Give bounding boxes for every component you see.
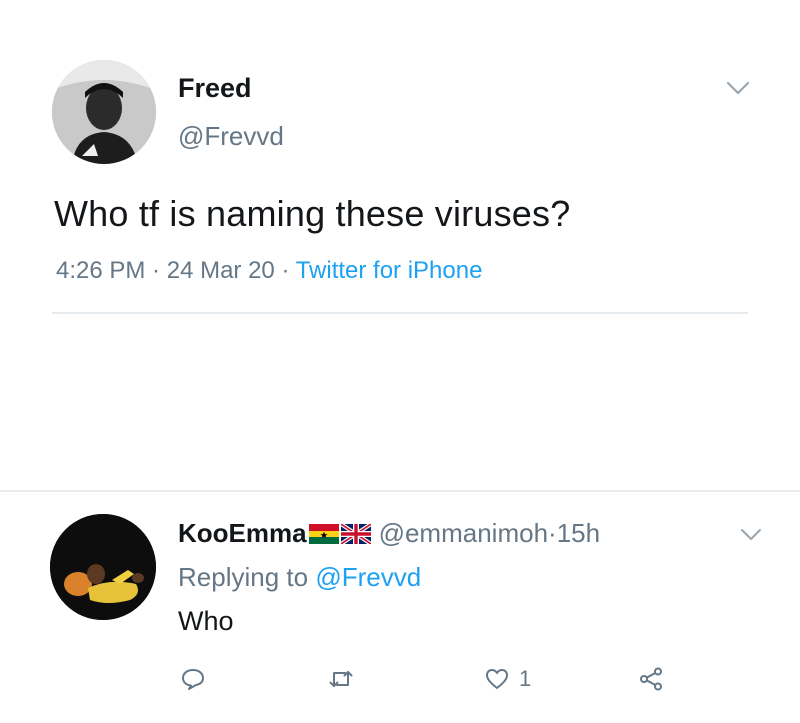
- action-bar: 1: [178, 662, 698, 698]
- replying-prefix: Replying to: [178, 562, 316, 592]
- retweet-button[interactable]: [328, 662, 354, 696]
- retweet-icon: [329, 671, 353, 687]
- author-name[interactable]: Freed: [178, 73, 252, 104]
- tweet-time[interactable]: 4:26 PM: [56, 257, 145, 284]
- uk-flag-icon: [340, 523, 371, 544]
- avatar-image: [52, 60, 156, 164]
- tweet-date[interactable]: 24 Mar 20: [167, 257, 275, 284]
- tweet-meta: 4:26 PM · 24 Mar 20 · Twitter for iPhone: [56, 257, 482, 285]
- reply-button[interactable]: [180, 662, 206, 696]
- avatar[interactable]: [50, 514, 156, 620]
- reply-time[interactable]: 15h: [557, 518, 600, 549]
- spacer: [0, 330, 800, 490]
- like-button[interactable]: 1: [484, 662, 531, 696]
- author-handle[interactable]: @emmanimoh: [379, 518, 548, 549]
- replying-to: Replying to @Frevvd: [178, 562, 421, 593]
- heart-icon: [486, 669, 508, 689]
- reply-header: KooEmma @emmanimoh · 15h: [178, 518, 600, 549]
- reply-tweet[interactable]: KooEmma @emmanimoh · 15h Replying to @Fr…: [0, 490, 800, 723]
- avatar-image: [50, 514, 156, 620]
- avatar[interactable]: [52, 60, 156, 164]
- share-button[interactable]: [638, 662, 664, 696]
- like-count: 1: [519, 666, 532, 691]
- tweet-text: Who tf is naming these viruses?: [54, 193, 571, 234]
- replying-mention[interactable]: @Frevvd: [315, 562, 421, 592]
- tweet-source[interactable]: Twitter for iPhone: [296, 257, 483, 284]
- meta-separator: ·: [145, 257, 167, 284]
- divider: [52, 312, 748, 314]
- share-icon: [640, 667, 662, 691]
- reply-text: Who: [178, 606, 234, 636]
- chevron-down-icon[interactable]: [724, 78, 752, 98]
- meta-separator: ·: [548, 518, 557, 548]
- reply-icon: [182, 669, 204, 690]
- chevron-down-icon[interactable]: [738, 526, 764, 544]
- author-name[interactable]: KooEmma: [178, 518, 307, 549]
- meta-separator: ·: [274, 257, 296, 284]
- divider: [0, 490, 800, 492]
- ghana-flag-icon: [308, 523, 339, 544]
- main-tweet: Freed @Frevvd Who tf is naming these vir…: [0, 0, 800, 330]
- author-handle[interactable]: @Frevvd: [178, 121, 284, 152]
